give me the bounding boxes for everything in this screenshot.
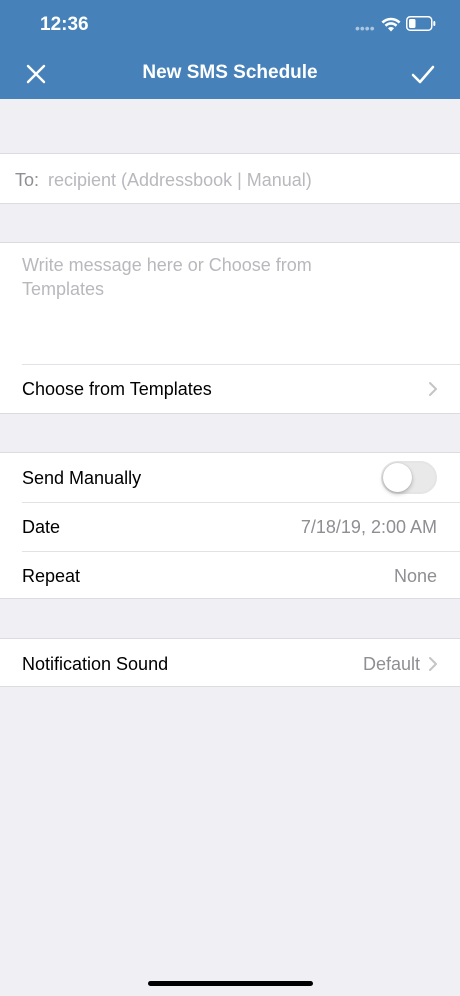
chevron-right-icon bbox=[429, 657, 437, 671]
message-section: Choose from Templates bbox=[0, 242, 460, 414]
repeat-row[interactable]: Repeat None bbox=[0, 551, 460, 600]
send-manually-toggle[interactable] bbox=[381, 461, 437, 494]
choose-templates-row[interactable]: Choose from Templates bbox=[0, 364, 460, 414]
date-row[interactable]: Date 7/18/19, 2:00 AM bbox=[0, 502, 460, 551]
battery-icon bbox=[406, 16, 436, 31]
recipient-input[interactable] bbox=[48, 166, 428, 194]
notification-sound-value: Default bbox=[362, 654, 420, 674]
to-label: To: bbox=[15, 170, 40, 190]
send-manually-row: Send Manually bbox=[0, 453, 460, 502]
templates-label: Choose from Templates bbox=[22, 379, 212, 399]
status-time: 12:36 bbox=[40, 14, 89, 35]
toggle-knob bbox=[383, 463, 412, 492]
wifi-icon bbox=[381, 17, 401, 32]
schedule-group: Send Manually Date 7/18/19, 2:00 AM Repe… bbox=[0, 452, 460, 599]
chevron-right-icon bbox=[429, 382, 437, 396]
nav-bar: 12:36 •••• New SMS Schedule bbox=[0, 0, 460, 99]
notification-sound-row[interactable]: Notification Sound Default bbox=[0, 638, 460, 687]
recipient-row: To: bbox=[0, 153, 460, 204]
notification-sound-label: Notification Sound bbox=[22, 654, 169, 674]
repeat-label: Repeat bbox=[22, 566, 81, 586]
home-indicator[interactable] bbox=[148, 981, 313, 986]
message-textarea[interactable] bbox=[22, 253, 312, 353]
date-label: Date bbox=[22, 517, 61, 537]
signal-dots: •••• bbox=[355, 20, 375, 36]
checkmark-icon[interactable] bbox=[410, 62, 436, 86]
repeat-value: None bbox=[393, 566, 437, 586]
date-value: 7/18/19, 2:00 AM bbox=[300, 517, 437, 537]
send-manually-label: Send Manually bbox=[22, 468, 142, 488]
page-title: New SMS Schedule bbox=[142, 62, 318, 83]
